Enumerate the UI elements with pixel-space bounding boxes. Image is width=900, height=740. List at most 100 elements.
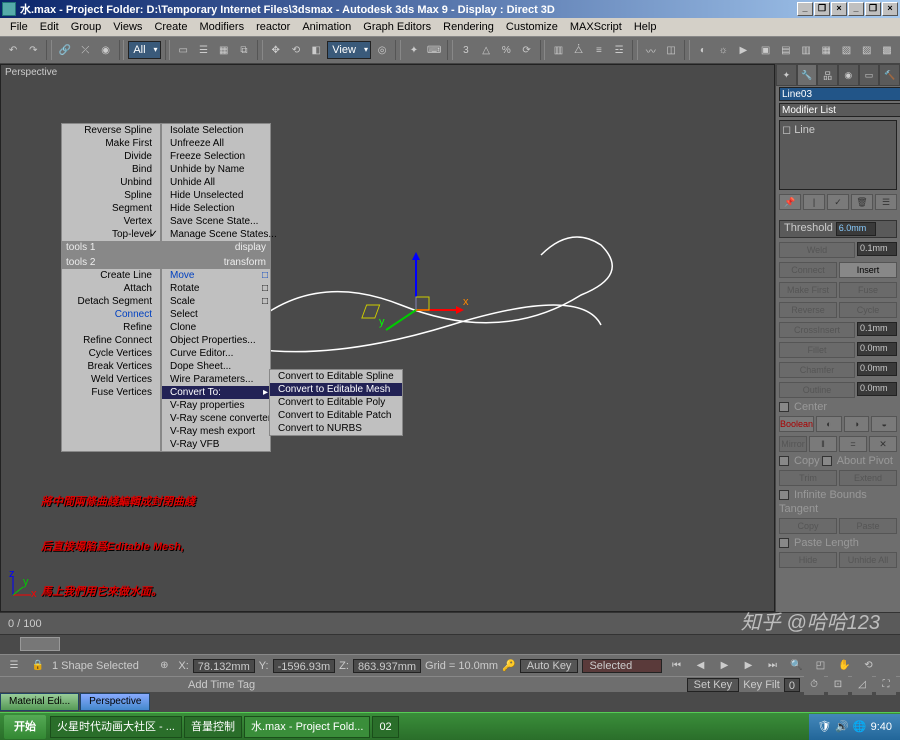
mirror-b-icon[interactable]: ✕	[869, 436, 897, 452]
reactor-btn5[interactable]: ▧	[837, 40, 855, 60]
cm-spline[interactable]: Spline	[62, 189, 160, 202]
minimize-button[interactable]: _	[797, 2, 813, 16]
pan-button[interactable]: ✋	[834, 656, 854, 676]
spinner-snap-button[interactable]: ⟳	[517, 40, 535, 60]
cm-hide-unselected[interactable]: Hide Unselected	[162, 189, 270, 202]
orbit-button[interactable]: ⟲	[858, 656, 878, 676]
inner-close-button[interactable]: ×	[882, 2, 898, 16]
zoom-ext-button[interactable]: ⊡	[828, 675, 848, 695]
cm-convert-to[interactable]: Convert To:	[162, 386, 270, 399]
ref-coord-dropdown[interactable]: View	[327, 41, 371, 59]
mirror-v-icon[interactable]: =	[839, 436, 867, 452]
extend-button[interactable]: Extend	[839, 470, 897, 486]
cm-divide[interactable]: Divide	[62, 150, 160, 163]
cm-vray-scene-conv[interactable]: V-Ray scene converter	[162, 412, 270, 425]
y-coord-field[interactable]: -1596.93m	[273, 659, 336, 673]
task-item[interactable]: 音量控制	[184, 716, 242, 738]
redo-button[interactable]: ↷	[24, 40, 42, 60]
material-editor-button[interactable]: ◐	[694, 40, 712, 60]
cm-weld-vertices[interactable]: Weld Vertices	[62, 373, 160, 386]
curve-editor-button[interactable]: 〰	[642, 40, 660, 60]
current-frame-field[interactable]: 0	[784, 678, 800, 692]
remove-mod-button[interactable]: 🗑	[851, 194, 873, 210]
move-button[interactable]: ✥	[267, 40, 285, 60]
viewport[interactable]: Perspective x y x z y 將中間兩條曲綫編輯成封閉曲綫 后直接…	[0, 64, 775, 612]
auto-key-button[interactable]: Auto Key	[520, 659, 579, 673]
menu-rendering[interactable]: Rendering	[437, 19, 500, 35]
cm-top-level[interactable]: Top-level	[62, 228, 160, 241]
about-pivot-checkbox[interactable]	[822, 456, 832, 466]
named-sel-button[interactable]: ▥	[549, 40, 567, 60]
task-item[interactable]: 火星时代动画大社区 - ...	[50, 716, 182, 738]
bool-icon1[interactable]: ◐	[816, 416, 842, 432]
cm-refine-connect[interactable]: Refine Connect	[62, 334, 160, 347]
goto-end-button[interactable]: ⏭	[762, 656, 782, 676]
scale-button[interactable]: ◧	[307, 40, 325, 60]
cm-break-vertices[interactable]: Break Vertices	[62, 360, 160, 373]
sub-editable-mesh[interactable]: Convert to Editable Mesh	[270, 383, 402, 396]
time-slider[interactable]	[20, 637, 60, 651]
keymode-button[interactable]: ⌨	[425, 40, 443, 60]
rotate-button[interactable]: ⟲	[287, 40, 305, 60]
restore-button[interactable]: ❐	[814, 2, 830, 16]
menu-group[interactable]: Group	[65, 19, 108, 35]
menu-views[interactable]: Views	[107, 19, 148, 35]
cm-cycle-vertices[interactable]: Cycle Vertices	[62, 347, 160, 360]
threshold-spinner[interactable]: 6.0mm	[836, 222, 876, 236]
tab-material-editor[interactable]: Material Edi...	[0, 693, 79, 711]
sub-nurbs[interactable]: Convert to NURBS	[270, 422, 402, 435]
snap-button[interactable]: 3	[457, 40, 475, 60]
bool-icon2[interactable]: ◑	[844, 416, 870, 432]
cm-dope-sheet[interactable]: Dope Sheet...	[162, 360, 270, 373]
start-button[interactable]: 开始	[4, 715, 46, 739]
cm-unfreeze-all[interactable]: Unfreeze All	[162, 137, 270, 150]
inner-restore-button[interactable]: ❐	[865, 2, 881, 16]
utilities-tab[interactable]: 🔨	[879, 64, 900, 86]
copy-tangent-button[interactable]: Copy	[779, 518, 837, 534]
time-config-button[interactable]: ⏱	[804, 675, 824, 695]
cm-vray-props[interactable]: V-Ray properties	[162, 399, 270, 412]
task-item-active[interactable]: 水.max - Project Fold...	[244, 716, 370, 738]
sub-editable-patch[interactable]: Convert to Editable Patch	[270, 409, 402, 422]
display-tab[interactable]: ▭	[859, 64, 880, 86]
menu-animation[interactable]: Animation	[296, 19, 357, 35]
set-key-button[interactable]: Set Key	[687, 678, 740, 692]
region-button[interactable]: ▦	[215, 40, 233, 60]
undo-button[interactable]: ↶	[4, 40, 22, 60]
motion-tab[interactable]: ◉	[838, 64, 859, 86]
cm-detach-segment[interactable]: Detach Segment	[62, 295, 160, 308]
sub-editable-spline[interactable]: Convert to Editable Spline	[270, 370, 402, 383]
create-tab[interactable]: ✦	[776, 64, 797, 86]
cm-create-line[interactable]: Create Line	[62, 269, 160, 282]
menu-edit[interactable]: Edit	[34, 19, 65, 35]
key-filters-dropdown[interactable]: Selected	[582, 659, 662, 673]
panel-spinner[interactable]: 0.0mm	[857, 382, 897, 396]
add-time-tag[interactable]: Add Time Tag	[188, 679, 255, 691]
z-coord-field[interactable]: 863.937mm	[353, 659, 421, 673]
close-button[interactable]: ×	[831, 2, 847, 16]
cm-scale[interactable]: Scale	[162, 295, 270, 308]
sub-editable-poly[interactable]: Convert to Editable Poly	[270, 396, 402, 409]
stack-item[interactable]: ◻ Line	[782, 124, 815, 136]
cm-fuse-vertices[interactable]: Fuse Vertices	[62, 386, 160, 399]
goto-start-button[interactable]: ⏮	[666, 656, 686, 676]
render-scene-button[interactable]: ☼	[714, 40, 732, 60]
reactor-btn6[interactable]: ▨	[858, 40, 876, 60]
cm-segment[interactable]: Segment	[62, 202, 160, 215]
prev-frame-button[interactable]: ◀	[690, 656, 710, 676]
window-crossing-button[interactable]: ⧉	[235, 40, 253, 60]
cm-unhide-name[interactable]: Unhide by Name	[162, 163, 270, 176]
cm-unbind[interactable]: Unbind	[62, 176, 160, 189]
modify-tab[interactable]: 🔧	[797, 64, 818, 86]
minmax-button[interactable]: ⛶	[876, 675, 896, 695]
menu-grapheditors[interactable]: Graph Editors	[357, 19, 437, 35]
modifier-list-dropdown[interactable]	[779, 103, 900, 117]
menu-file[interactable]: File	[4, 19, 34, 35]
menu-customize[interactable]: Customize	[500, 19, 564, 35]
cm-attach[interactable]: Attach	[62, 282, 160, 295]
hierarchy-tab[interactable]: 品	[817, 64, 838, 86]
schematic-button[interactable]: ◫	[662, 40, 680, 60]
reactor-btn4[interactable]: ▦	[817, 40, 835, 60]
script-listener-button[interactable]: ☰	[4, 656, 24, 676]
inner-minimize-button[interactable]: _	[848, 2, 864, 16]
